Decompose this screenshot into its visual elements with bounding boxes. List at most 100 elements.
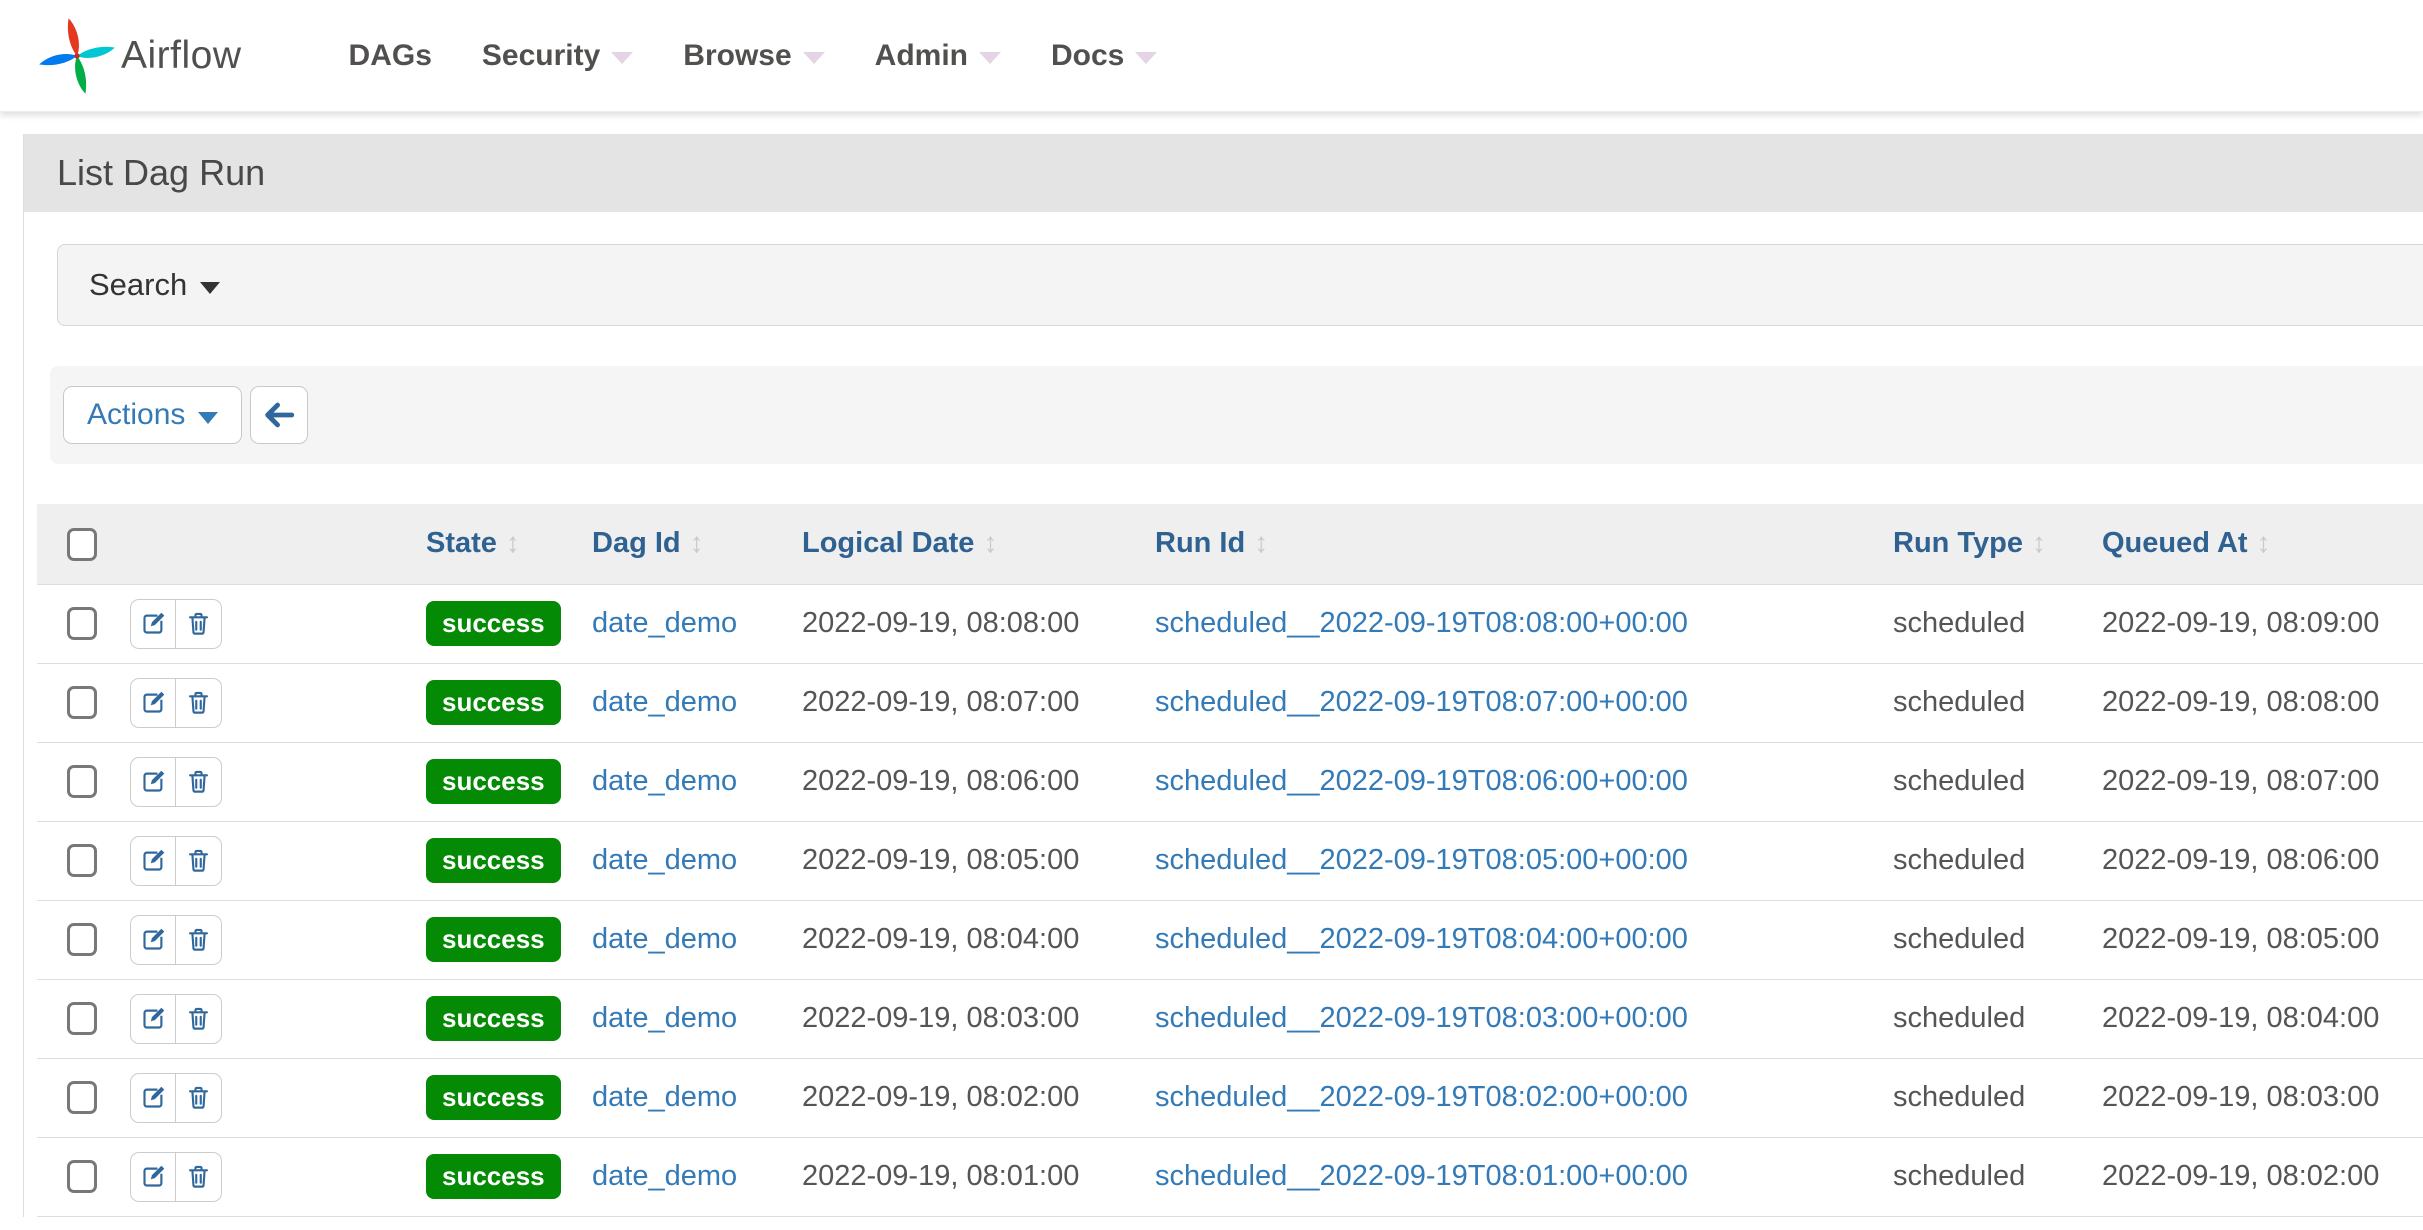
list-dag-run-panel: List Dag Run Search Actions [23,134,2423,1217]
row-checkbox[interactable] [67,765,97,798]
queued-at-value: 2022-09-19, 08:06:00 [2102,844,2379,876]
edit-button[interactable] [130,757,176,807]
run-type-value: scheduled [1893,1081,2025,1113]
run-id-link[interactable]: scheduled__2022-09-19T08:01:00+00:00 [1155,1160,1688,1192]
dag-id-link[interactable]: date_demo [592,1081,737,1113]
run-id-link[interactable]: scheduled__2022-09-19T08:05:00+00:00 [1155,844,1688,876]
edit-pencil-square-icon [140,610,167,637]
edit-pencil-square-icon [140,768,167,795]
delete-button[interactable] [176,599,222,649]
edit-button[interactable] [130,599,176,649]
sort-icon: ↕ [2032,527,2046,558]
edit-button[interactable] [130,915,176,965]
dag-id-link[interactable]: date_demo [592,923,737,955]
run-type-value: scheduled [1893,686,2025,718]
nav-item-browse[interactable]: Browse [658,0,849,112]
edit-pencil-square-icon [140,1163,167,1190]
back-button[interactable] [250,386,308,444]
dag-id-link[interactable]: date_demo [592,1002,737,1034]
dag-run-table: State↕ Dag Id↕ Logical Date↕ Run Id↕ Run… [37,504,2423,1217]
run-id-link[interactable]: scheduled__2022-09-19T08:03:00+00:00 [1155,1002,1688,1034]
row-checkbox[interactable] [67,1160,97,1193]
run-type-value: scheduled [1893,1002,2025,1034]
table-row: success date_demo 2022-09-19, 08:06:00 s… [37,742,2423,821]
search-dropdown-toggle[interactable]: Search [57,244,2423,326]
chevron-down-icon [611,52,633,64]
dag-id-link[interactable]: date_demo [592,607,737,639]
row-checkbox[interactable] [67,686,97,719]
sort-icon: ↕ [1254,527,1268,558]
actions-label: Actions [87,398,185,432]
edit-button[interactable] [130,994,176,1044]
select-all-checkbox[interactable] [67,528,97,561]
row-checkbox[interactable] [67,923,97,956]
airflow-brand[interactable]: Airflow [35,14,242,98]
dag-id-link[interactable]: date_demo [592,686,737,718]
edit-button[interactable] [130,1152,176,1202]
main-nav: DAGs Security Browse Admin Docs [324,0,1183,112]
queued-at-value: 2022-09-19, 08:09:00 [2102,607,2379,639]
run-id-link[interactable]: scheduled__2022-09-19T08:06:00+00:00 [1155,765,1688,797]
edit-button[interactable] [130,1073,176,1123]
status-badge: success [426,917,561,962]
run-id-link[interactable]: scheduled__2022-09-19T08:07:00+00:00 [1155,686,1688,718]
table-row: success date_demo 2022-09-19, 08:08:00 s… [37,584,2423,663]
nav-label-docs: Docs [1051,39,1124,73]
column-header-run-type[interactable]: Run Type↕ [1887,504,2096,584]
nav-label-dags: DAGs [349,39,432,73]
nav-item-docs[interactable]: Docs [1026,0,1182,112]
delete-button[interactable] [176,757,222,807]
chevron-down-icon [979,52,1001,64]
chevron-down-icon [200,282,220,294]
dag-id-link[interactable]: date_demo [592,1160,737,1192]
dag-id-link[interactable]: date_demo [592,765,737,797]
row-checkbox[interactable] [67,1081,97,1114]
logical-date-value: 2022-09-19, 08:06:00 [802,765,1079,797]
status-badge: success [426,1075,561,1120]
arrow-left-icon [262,398,296,432]
column-header-run-id[interactable]: Run Id↕ [1149,504,1887,584]
row-checkbox[interactable] [67,1002,97,1035]
column-header-queued-at[interactable]: Queued At↕ [2096,504,2423,584]
column-header-logical-date[interactable]: Logical Date↕ [796,504,1149,584]
run-id-link[interactable]: scheduled__2022-09-19T08:04:00+00:00 [1155,923,1688,955]
logical-date-value: 2022-09-19, 08:02:00 [802,1081,1079,1113]
row-checkbox[interactable] [67,607,97,640]
nav-item-admin[interactable]: Admin [850,0,1026,112]
delete-button[interactable] [176,994,222,1044]
status-badge: success [426,680,561,725]
trash-icon [185,847,212,874]
delete-button[interactable] [176,678,222,728]
column-header-state[interactable]: State↕ [411,504,586,584]
row-checkbox[interactable] [67,844,97,877]
nav-label-security: Security [482,39,600,73]
trash-icon [185,1005,212,1032]
nav-item-security[interactable]: Security [457,0,658,112]
table-row: success date_demo 2022-09-19, 08:05:00 s… [37,821,2423,900]
table-header-row: State↕ Dag Id↕ Logical Date↕ Run Id↕ Run… [37,504,2423,584]
edit-pencil-square-icon [140,1084,167,1111]
column-header-dag-id[interactable]: Dag Id↕ [586,504,796,584]
nav-item-dags[interactable]: DAGs [324,0,457,112]
airflow-pinwheel-logo [35,14,119,98]
delete-button[interactable] [176,1152,222,1202]
delete-button[interactable] [176,836,222,886]
actions-column-header [118,504,411,584]
edit-button[interactable] [130,836,176,886]
search-label: Search [89,267,187,303]
sort-icon: ↕ [690,527,704,558]
run-id-link[interactable]: scheduled__2022-09-19T08:08:00+00:00 [1155,607,1688,639]
delete-button[interactable] [176,915,222,965]
delete-button[interactable] [176,1073,222,1123]
run-id-link[interactable]: scheduled__2022-09-19T08:02:00+00:00 [1155,1081,1688,1113]
edit-button[interactable] [130,678,176,728]
chevron-down-icon [1135,52,1157,64]
row-action-buttons [130,1073,222,1123]
run-type-value: scheduled [1893,607,2025,639]
trash-icon [185,768,212,795]
logical-date-value: 2022-09-19, 08:08:00 [802,607,1079,639]
queued-at-value: 2022-09-19, 08:07:00 [2102,765,2379,797]
actions-dropdown-button[interactable]: Actions [63,386,242,444]
dag-id-link[interactable]: date_demo [592,844,737,876]
panel-body: Search Actions [24,212,2423,1217]
